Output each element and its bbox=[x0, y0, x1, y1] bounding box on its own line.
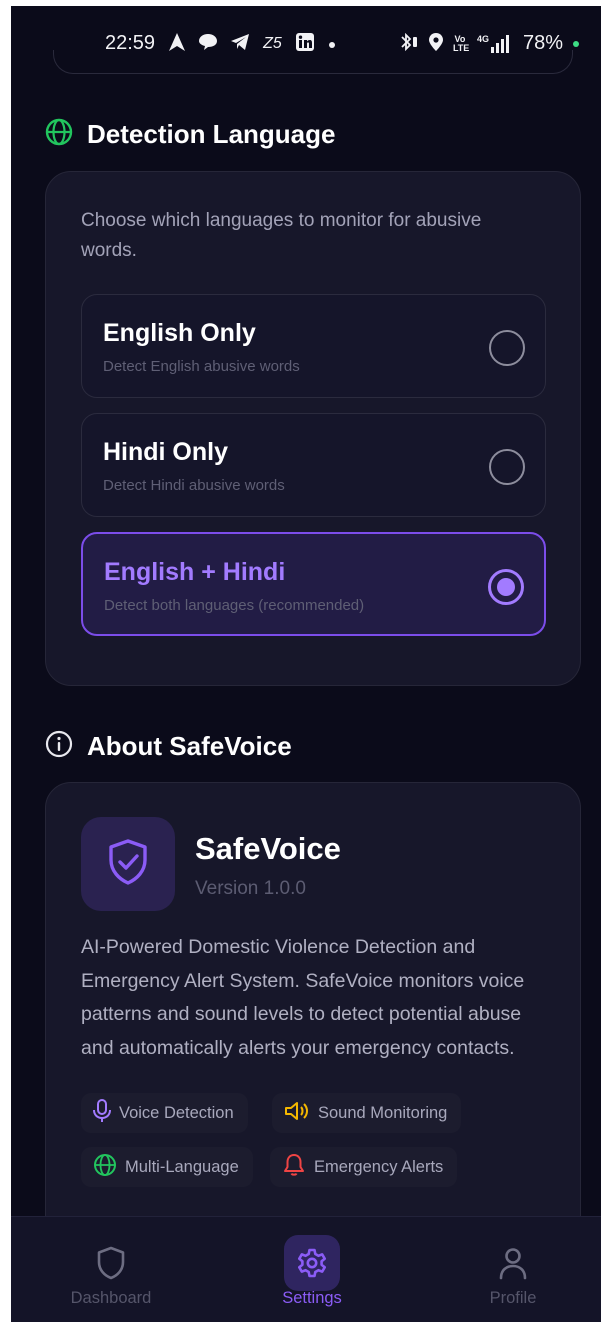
feature-label: Multi-Language bbox=[125, 1157, 239, 1176]
nav-label: Profile bbox=[489, 1289, 537, 1307]
option-title: English + Hindi bbox=[104, 558, 286, 586]
radio-button-selected[interactable] bbox=[488, 569, 524, 605]
nav-item-dashboard[interactable]: Dashboard bbox=[31, 1217, 191, 1322]
app-version: Version 1.0.0 bbox=[195, 878, 306, 899]
app-screen: 22:59 Z5 Vo LTE 4G 78% Detection Languag… bbox=[11, 6, 601, 1322]
app-description: AI-Powered Domestic Violence Detection a… bbox=[81, 936, 525, 1059]
feature-chip-voice: Voice Detection bbox=[81, 1093, 248, 1133]
detection-language-card: Choose which languages to monitor for ab… bbox=[45, 171, 581, 686]
person-icon bbox=[485, 1235, 541, 1291]
app-name: SafeVoice bbox=[195, 831, 341, 866]
radio-button[interactable] bbox=[489, 330, 525, 366]
feature-chip-alerts: Emergency Alerts bbox=[270, 1147, 458, 1187]
app-logo bbox=[81, 817, 175, 911]
language-option-hindi[interactable]: Hindi Only Detect Hindi abusive words bbox=[81, 413, 546, 517]
option-subtitle: Detect English abusive words bbox=[103, 358, 300, 375]
feature-label: Voice Detection bbox=[119, 1103, 234, 1122]
shield-icon bbox=[83, 1235, 139, 1291]
info-icon bbox=[45, 730, 73, 763]
about-header: About SafeVoice bbox=[45, 730, 292, 763]
feature-chip-language: Multi-Language bbox=[81, 1147, 253, 1187]
radio-button[interactable] bbox=[489, 449, 525, 485]
section-title: About SafeVoice bbox=[87, 731, 292, 761]
nav-label: Dashboard bbox=[70, 1289, 152, 1307]
language-description: Choose which languages to monitor for ab… bbox=[81, 210, 482, 261]
status-bar: 22:59 Z5 Vo LTE 4G 78% bbox=[11, 6, 601, 76]
detection-language-header: Detection Language bbox=[45, 118, 335, 151]
feature-label: Sound Monitoring bbox=[318, 1103, 448, 1122]
option-title: Hindi Only bbox=[103, 438, 228, 466]
feature-label: Emergency Alerts bbox=[314, 1157, 444, 1176]
microphone-icon bbox=[93, 1098, 111, 1128]
language-option-english-hindi[interactable]: English + Hindi Detect both languages (r… bbox=[81, 532, 546, 636]
network-type-label: 4G bbox=[476, 33, 489, 44]
nav-item-profile[interactable]: Profile bbox=[433, 1217, 593, 1322]
about-card: SafeVoice Version 1.0.0 AI-Powered Domes… bbox=[45, 782, 581, 1252]
feature-chip-sound: Sound Monitoring bbox=[272, 1093, 462, 1133]
shield-check-icon bbox=[106, 838, 150, 891]
speaker-icon bbox=[284, 1100, 310, 1127]
option-subtitle: Detect both languages (recommended) bbox=[104, 597, 365, 614]
globe-icon bbox=[93, 1153, 117, 1182]
globe-icon bbox=[45, 118, 73, 151]
option-subtitle: Detect Hindi abusive words bbox=[103, 477, 285, 494]
gear-icon bbox=[284, 1235, 340, 1291]
nav-label: Settings bbox=[282, 1289, 342, 1307]
language-option-english[interactable]: English Only Detect English abusive word… bbox=[81, 294, 546, 398]
bell-icon bbox=[282, 1153, 306, 1182]
nav-item-settings[interactable]: Settings bbox=[232, 1217, 392, 1322]
section-title: Detection Language bbox=[87, 119, 336, 149]
option-title: English Only bbox=[103, 319, 256, 347]
bottom-navigation: Dashboard Settings Profile bbox=[11, 1216, 601, 1322]
previous-card-edge bbox=[53, 50, 573, 74]
privacy-indicator-dot bbox=[573, 40, 579, 47]
